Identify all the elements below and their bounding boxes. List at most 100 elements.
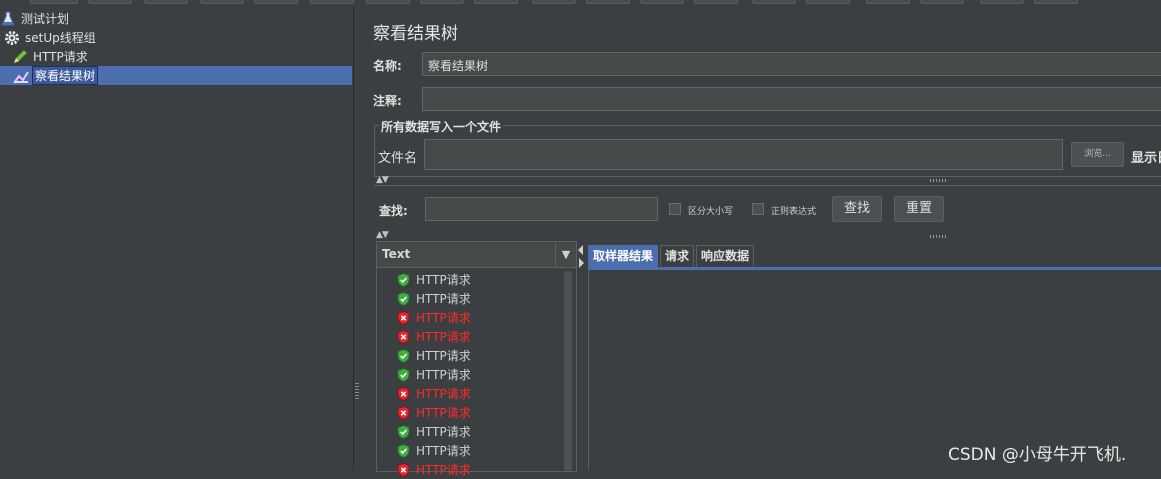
chart-icon [13,68,29,84]
toolbar-button[interactable] [752,0,796,4]
result-item[interactable]: HTTP请求 [397,289,471,308]
flask-icon [0,10,16,27]
toolbar-button[interactable] [640,0,684,4]
collapse-arrows-icon[interactable]: ▲▼ [376,175,389,185]
tree-item-label: setUp线程组 [25,31,96,45]
renderer-selected: Text [382,247,411,261]
result-item[interactable]: HTTP请求 [397,346,471,365]
result-item-label: HTTP请求 [416,406,471,420]
pencil-icon [12,48,28,65]
renderer-select[interactable]: Text ▼ [377,242,576,268]
result-item-label: HTTP请求 [416,349,471,363]
toolbar-button[interactable] [586,0,630,4]
find-button[interactable]: 查找 [832,196,882,222]
toolbar-button[interactable] [366,0,410,4]
toolbar-button[interactable] [420,0,464,4]
toolbar-button[interactable] [920,0,964,4]
results-list: Text ▼ HTTP请求 HTTP请求 HTTP请求 HTTP请求 HTTP请求 HTT… [376,241,577,477]
result-item[interactable]: HTTP请求 [397,403,471,422]
divider [374,185,1161,186]
toolbar-button[interactable] [88,0,132,4]
result-item[interactable]: HTTP请求 [397,422,471,441]
filename-label: 文件名 [378,151,418,166]
success-shield-icon [397,424,416,439]
result-item[interactable]: HTTP请求 [397,365,471,384]
result-item-label: HTTP请求 [416,387,471,401]
success-shield-icon [397,272,416,287]
error-shield-icon [397,405,416,420]
resize-grip-icon[interactable] [930,235,948,238]
collapse-arrows-icon[interactable]: ▲▼ [376,230,389,240]
result-item[interactable]: HTTP请求 [397,308,471,327]
toolbar-button[interactable] [200,0,244,4]
error-shield-icon [397,310,416,325]
tree-item-label: 察看结果树 [32,66,99,85]
gear-icon [4,30,20,46]
toolbar [0,0,1161,5]
chevron-down-icon[interactable]: ▼ [555,242,576,267]
tree-item-label: 测试计划 [21,12,70,26]
success-shield-icon [397,348,416,363]
regex-checkbox[interactable] [752,203,764,215]
tab-response-data[interactable]: 响应数据 [696,245,755,267]
search-input[interactable] [425,197,658,221]
error-shield-icon [397,386,416,401]
result-item[interactable]: HTTP请求 [397,384,471,403]
result-item-label: HTTP请求 [416,292,471,306]
toolbar-button[interactable] [1034,0,1078,4]
file-group-title: 所有数据写入一个文件 [379,118,504,135]
name-label: 名称: [373,59,402,73]
result-item-label: HTTP请求 [416,425,471,439]
collapse-right-icon[interactable] [579,258,584,268]
result-item[interactable]: HTTP请求 [397,270,471,289]
comment-field[interactable] [422,87,1161,111]
case-sensitive-checkbox[interactable] [669,203,681,215]
toolbar-button[interactable] [806,0,850,4]
result-item-label: HTTP请求 [416,330,471,344]
browse-button[interactable]: 浏览... [1071,142,1124,167]
regex-label: 正则表达式 [771,207,817,217]
tab-sampler-result[interactable]: 取样器结果 [588,245,659,267]
tree-item-setup-thread-group[interactable]: setUp线程组 [4,28,98,47]
toolbar-button[interactable] [30,0,78,4]
success-shield-icon [397,443,416,458]
toolbar-button[interactable] [980,0,1024,4]
reset-button[interactable]: 重置 [894,196,944,222]
result-tabs: 取样器结果 请求 响应数据 [588,245,756,267]
test-plan-tree: 测试计划 setUp线程组 HTTP请求 察看结果树 [0,7,353,470]
error-shield-icon [397,329,416,344]
tab-request[interactable]: 请求 [660,245,695,267]
scrollbar-thumb[interactable] [564,271,572,471]
success-shield-icon [397,367,416,382]
splitter-grip[interactable] [355,383,359,401]
result-item[interactable]: HTTP请求 [397,327,471,346]
tree-item-test-plan[interactable]: 测试计划 [0,9,71,28]
view-results-tree-panel: 察看结果树 名称: 察看结果树 注释: 所有数据写入一个文件 文件名 浏览...… [362,7,1161,477]
results-scrollbar[interactable] [563,269,573,471]
toolbar-button[interactable] [254,0,298,4]
result-item-label: HTTP请求 [416,273,471,287]
toolbar-button[interactable] [474,0,518,4]
resize-grip-icon[interactable] [930,179,948,182]
page-title: 察看结果树 [373,24,458,44]
toolbar-button[interactable] [694,0,738,4]
result-item-label: HTTP请求 [416,311,471,325]
tree-item-view-results-tree[interactable]: 察看结果树 [0,66,352,85]
toolbar-button[interactable] [144,0,188,4]
name-field[interactable]: 察看结果树 [422,52,1161,76]
search-label: 查找: [379,204,408,218]
toolbar-button[interactable] [866,0,910,4]
result-item-label: HTTP请求 [416,368,471,382]
success-shield-icon [397,291,416,306]
collapse-left-icon[interactable] [578,245,583,255]
show-label: 显示日 [1131,151,1161,166]
tree-item-http-request[interactable]: HTTP请求 [12,47,90,66]
results-splitter[interactable] [576,241,586,470]
case-sensitive-label: 区分大小写 [688,207,734,217]
toolbar-button[interactable] [532,0,576,4]
comment-label: 注释: [373,94,402,108]
result-item[interactable]: HTTP请求 [397,441,471,460]
result-item-label: HTTP请求 [416,444,471,458]
filename-field[interactable] [424,139,1063,170]
toolbar-button[interactable] [310,0,354,4]
